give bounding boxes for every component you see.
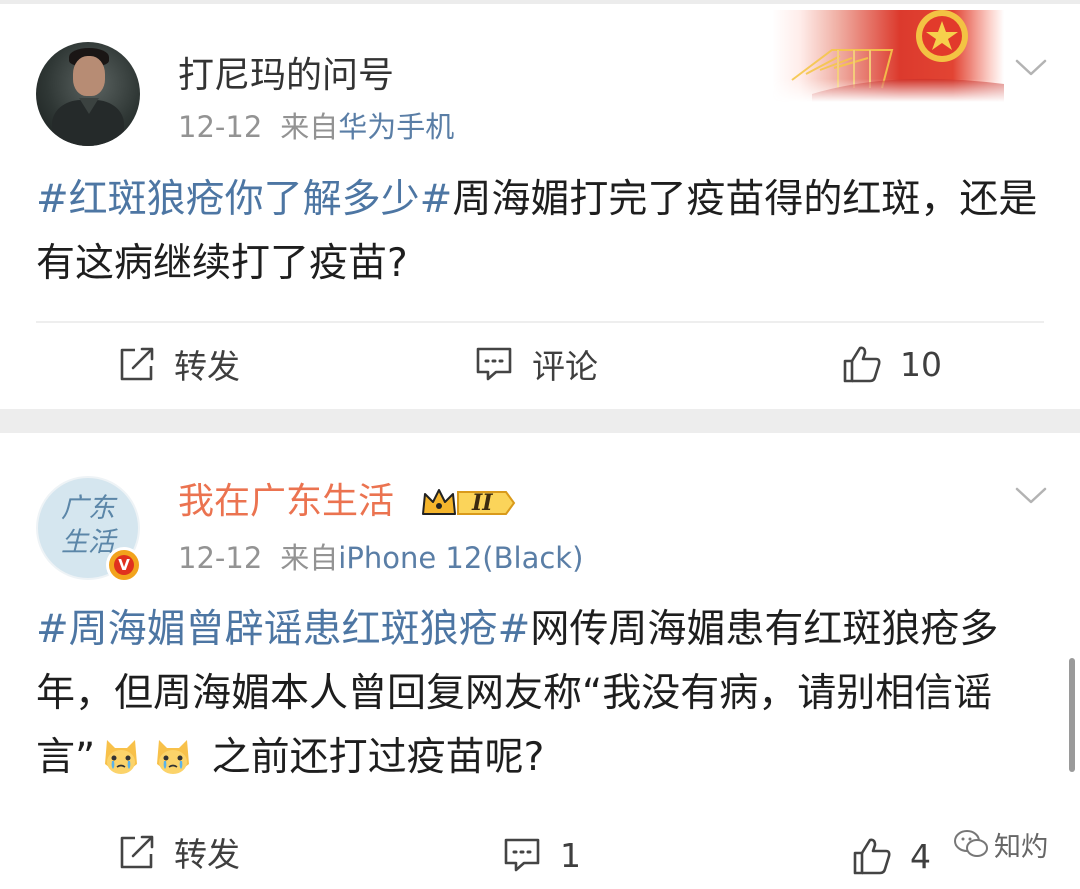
from-label: 来自 — [280, 541, 339, 575]
repost-button[interactable]: 转发 — [118, 340, 240, 388]
post-card-2: 广东 生活 V 我在广东生活 II 12-12 来自iPhone 12(Black)… — [0, 433, 1080, 889]
comment-label: 评论 — [532, 347, 598, 386]
like-button[interactable]: 10 — [842, 340, 942, 388]
avatar-text: 生活 — [61, 527, 115, 558]
repost-icon — [120, 835, 154, 869]
divider — [36, 321, 1044, 323]
verified-v-icon: V — [114, 555, 134, 575]
repost-label: 转发 — [174, 347, 240, 386]
crying-cat-emoji-icon — [151, 734, 195, 778]
username[interactable]: 我在广东生活 — [178, 480, 394, 524]
decorative-banner — [772, 10, 1004, 102]
watermark: 知灼 — [954, 825, 1048, 863]
thumbs-up-icon — [843, 346, 881, 383]
vip-level-badge[interactable]: II — [420, 484, 516, 522]
watermark-text: 知灼 — [994, 831, 1048, 863]
post-meta: 12-12 来自iPhone 12(Black) — [178, 540, 583, 576]
scrollbar[interactable] — [1069, 658, 1075, 772]
username[interactable]: 打尼玛的问号 — [178, 54, 394, 98]
avatar[interactable] — [36, 42, 140, 146]
thumbs-up-icon — [853, 838, 891, 875]
topic-link[interactable]: #红斑狼疮你了解多少# — [36, 177, 452, 222]
post-time: 12-12 — [178, 110, 263, 144]
comment-icon — [476, 347, 512, 381]
comment-button[interactable]: 1 — [502, 831, 581, 879]
wechat-icon — [954, 830, 988, 857]
like-button[interactable]: 4 — [852, 832, 931, 880]
vip-level: II — [472, 490, 493, 516]
repost-icon — [120, 347, 154, 381]
post-text: #周海媚曾辟谣患红斑狼疮#网传周海媚患有红斑狼疮多年，但周海媚本人曾回复网友称“… — [36, 598, 1046, 790]
like-count: 10 — [900, 344, 942, 384]
post-body-continued: 之前还打过疫苗呢? — [211, 735, 545, 780]
post-source[interactable]: iPhone 12(Black) — [338, 541, 583, 575]
chevron-down-icon[interactable] — [1014, 50, 1048, 84]
post-meta: 12-12 来自华为手机 — [178, 109, 454, 145]
crown-icon — [422, 489, 516, 515]
like-count: 4 — [910, 836, 931, 876]
post-source[interactable]: 华为手机 — [338, 110, 454, 144]
comment-button[interactable]: 评论 — [474, 340, 598, 388]
verified-badge: V — [106, 547, 142, 583]
comment-icon — [504, 838, 540, 872]
flag-emblem-icon — [791, 10, 1004, 102]
from-label: 来自 — [280, 110, 339, 144]
topic-link[interactable]: #周海媚曾辟谣患红斑狼疮# — [36, 607, 530, 652]
post-separator — [0, 409, 1080, 433]
post-time: 12-12 — [178, 541, 263, 575]
avatar-text: 广东 — [61, 493, 115, 524]
repost-label: 转发 — [174, 835, 240, 874]
crying-cat-emoji-icon — [99, 734, 143, 778]
comment-count: 1 — [560, 835, 581, 875]
repost-button[interactable]: 转发 — [118, 828, 240, 876]
chevron-down-icon[interactable] — [1014, 478, 1048, 512]
post-text: #红斑狼疮你了解多少#周海媚打完了疫苗得的红斑，还是有这病继续打了疫苗? — [36, 168, 1046, 296]
post-card-1: 打尼玛的问号 12-12 来自华为手机 #红斑狼疮你了解多少#周海媚打完了疫苗得的… — [0, 4, 1080, 409]
